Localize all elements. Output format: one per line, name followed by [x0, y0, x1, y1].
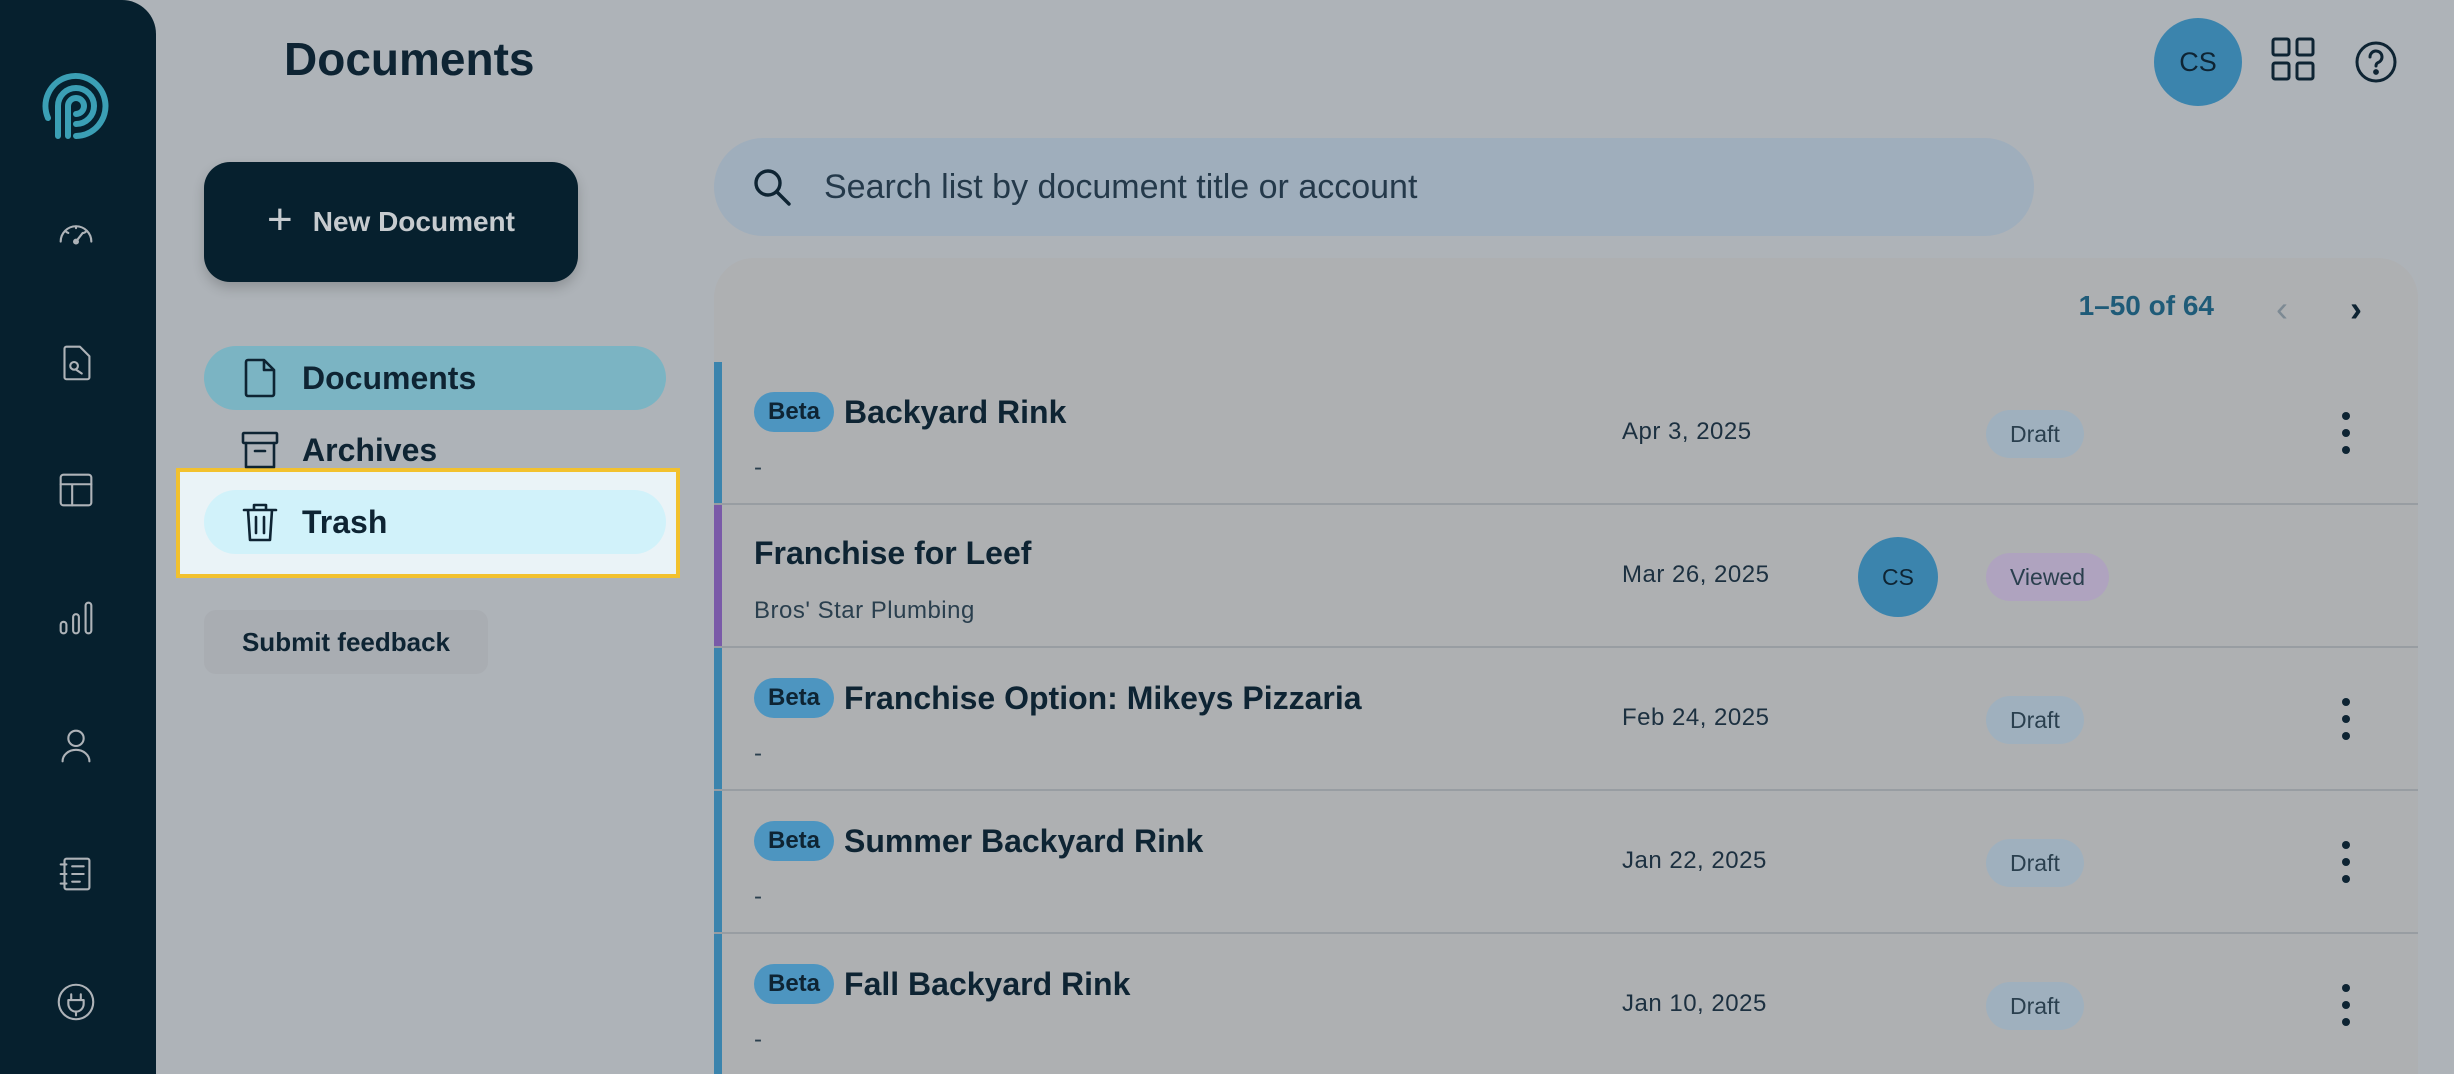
nav-item-label: Documents: [302, 359, 477, 396]
table-row[interactable]: Beta Backyard Rink - Apr 3, 2025 Draft: [714, 362, 2418, 505]
more-options-icon[interactable]: [2336, 408, 2356, 458]
page-title: Documents: [284, 33, 535, 85]
row-accent-bar: [714, 791, 722, 932]
search-input[interactable]: [824, 167, 1924, 207]
new-document-button[interactable]: + New Document: [204, 162, 578, 282]
assignee-avatar: CS: [1858, 537, 1938, 617]
nav-item-label: Archives: [302, 431, 438, 468]
search-icon: [754, 169, 791, 206]
contacts-icon[interactable]: [50, 720, 102, 772]
document-title[interactable]: Franchise for Leef: [754, 535, 1031, 572]
document-account: -: [754, 454, 763, 481]
beta-badge: Beta: [754, 821, 835, 861]
document-date: Jan 10, 2025: [1622, 990, 1767, 1017]
search-bar: [714, 138, 2034, 236]
submit-feedback-button[interactable]: Submit feedback: [204, 610, 488, 674]
more-options-icon[interactable]: [2336, 694, 2356, 744]
document-title[interactable]: Backyard Rink: [844, 394, 1066, 431]
nav-item-archives[interactable]: Archives: [204, 418, 666, 482]
document-title[interactable]: Franchise Option: Mikeys Pizzaria: [844, 680, 1361, 717]
document-account: -: [754, 1026, 763, 1053]
analytics-icon[interactable]: [50, 592, 102, 644]
table-row[interactable]: Franchise for Leef Bros' Star Plumbing M…: [714, 505, 2418, 648]
document-account: -: [754, 883, 763, 910]
beta-badge: Beta: [754, 964, 835, 1004]
status-badge: Draft: [1986, 839, 2084, 887]
nav-item-trash[interactable]: Trash: [204, 490, 666, 554]
more-options-icon[interactable]: [2336, 837, 2356, 887]
document-date: Mar 26, 2025: [1622, 561, 1770, 588]
logo-icon[interactable]: [36, 66, 116, 146]
beta-badge: Beta: [754, 392, 835, 432]
archive-icon: [241, 431, 279, 469]
status-badge: Draft: [1986, 696, 2084, 744]
app-sidebar: [0, 0, 156, 1074]
document-date: Apr 3, 2025: [1622, 418, 1752, 445]
table-row[interactable]: Beta Franchise Option: Mikeys Pizzaria -…: [714, 648, 2418, 791]
document-date: Feb 24, 2025: [1622, 704, 1770, 731]
status-badge: Draft: [1986, 410, 2084, 458]
beta-badge: Beta: [754, 678, 835, 718]
apps-grid-icon[interactable]: [2270, 36, 2316, 82]
new-document-label: New Document: [312, 206, 515, 237]
document-account: Bros' Star Plumbing: [754, 597, 975, 624]
document-account: -: [754, 740, 763, 767]
chevron-left-icon[interactable]: ‹: [2276, 288, 2288, 330]
row-accent-bar: [714, 648, 722, 789]
trash-icon: [242, 503, 278, 542]
templates-icon[interactable]: [50, 464, 102, 516]
dashboard-icon[interactable]: [50, 206, 102, 258]
integrations-icon[interactable]: [50, 976, 102, 1028]
status-badge: Draft: [1986, 982, 2084, 1030]
table-row[interactable]: Beta Summer Backyard Rink - Jan 22, 2025…: [714, 791, 2418, 934]
document-icon: [244, 358, 276, 398]
pagination-text: 1–50 of 64: [2078, 290, 2214, 321]
user-avatar[interactable]: CS: [2154, 18, 2242, 106]
chevron-right-icon[interactable]: ›: [2350, 288, 2362, 330]
plus-icon: +: [267, 195, 293, 244]
document-list-panel: 1–50 of 64 ‹ › Beta Backyard Rink - Apr …: [714, 258, 2418, 1074]
row-accent-bar: [714, 934, 722, 1074]
document-title[interactable]: Fall Backyard Rink: [844, 966, 1130, 1003]
nav-item-label: Trash: [302, 503, 388, 540]
more-options-icon[interactable]: [2336, 980, 2356, 1030]
row-accent-bar: [714, 362, 722, 503]
help-icon[interactable]: [2354, 40, 2398, 84]
table-row[interactable]: Beta Fall Backyard Rink - Jan 10, 2025 D…: [714, 934, 2418, 1074]
nav-item-documents[interactable]: Documents: [204, 346, 666, 410]
documents-icon[interactable]: [50, 336, 102, 388]
row-accent-bar: [714, 505, 722, 646]
document-title[interactable]: Summer Backyard Rink: [844, 823, 1203, 860]
notebook-icon[interactable]: [50, 848, 102, 900]
status-badge: Viewed: [1986, 553, 2110, 601]
document-date: Jan 22, 2025: [1622, 847, 1767, 874]
